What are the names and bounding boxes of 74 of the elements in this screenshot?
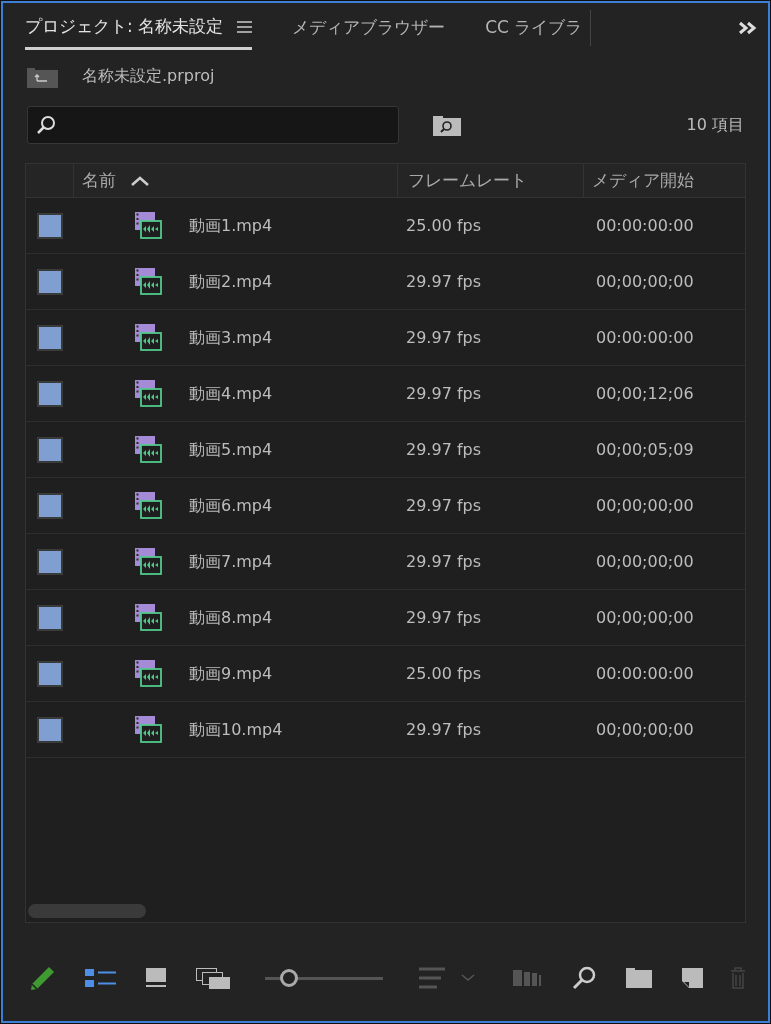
clip-name[interactable]: 動画8.mp4 [189, 605, 273, 630]
label-color-swatch[interactable] [37, 604, 63, 631]
search-icon[interactable] [572, 966, 596, 990]
clip-name[interactable]: 動画7.mp4 [189, 549, 273, 574]
table-cell-text: 29.97 fps [405, 606, 482, 629]
slider-thumb[interactable] [279, 969, 298, 987]
label-color-swatch[interactable] [37, 492, 63, 519]
video-clip-icon [134, 267, 163, 296]
clip-name[interactable]: 動画9.mp4 [189, 661, 273, 686]
clip-name[interactable]: 動画6.mp4 [189, 493, 273, 518]
label-color-swatch[interactable] [37, 212, 63, 239]
table-cell-text: 25.00 fps [405, 662, 482, 685]
table-cell-text: 29.97 fps [405, 494, 482, 517]
search-field[interactable] [27, 106, 399, 144]
table-cell-text: 00:00:00:00 [595, 662, 694, 685]
zoom-slider[interactable] [265, 968, 383, 988]
label-color-swatch[interactable] [37, 380, 63, 407]
clip-name[interactable]: 動画4.mp4 [189, 381, 273, 406]
label-color-swatch[interactable] [37, 716, 63, 743]
video-clip-icon [134, 379, 163, 408]
stacked-frames-icon[interactable] [196, 967, 231, 989]
folder-search-icon[interactable] [433, 114, 461, 136]
folder-icon[interactable] [626, 968, 652, 988]
table-cell-text: 00:00:00:00 [595, 326, 694, 349]
table-cell-text: 00;00;00;00 [595, 718, 694, 741]
clip-name[interactable]: 動画1.mp4 [189, 213, 273, 238]
table-cell-text: 00:00:00:00 [595, 214, 694, 237]
item-count: 10 項目 [686, 114, 744, 136]
table-cell-text: 25.00 fps [405, 214, 482, 237]
pencil-icon[interactable] [29, 965, 55, 991]
search-icon [36, 115, 56, 135]
column-header[interactable]: フレームレート [398, 164, 584, 197]
new-item-icon[interactable] [682, 968, 704, 988]
more-tabs-icon[interactable] [738, 21, 758, 35]
tab[interactable]: メディアブラウザー [292, 15, 446, 41]
video-clip-icon [134, 603, 163, 632]
table-cell-text: 00;00;00;00 [595, 606, 694, 629]
table-cell-text: 29.97 fps [405, 326, 482, 349]
clip-name[interactable]: 動画5.mp4 [189, 437, 273, 462]
table-cell-text: 29.97 fps [405, 550, 482, 573]
table-cell-text: 00;00;12;06 [595, 382, 694, 405]
table-cell-text: 29.97 fps [405, 270, 482, 293]
video-clip-icon [134, 323, 163, 352]
table-cell-text: 00;00;05;09 [595, 438, 694, 461]
tab[interactable]: プロジェクト: 名称未設定 [25, 13, 224, 40]
table-cell-text: 00;00;00;00 [595, 494, 694, 517]
video-clip-icon [134, 659, 163, 688]
table-cell-text: 29.97 fps [405, 382, 482, 405]
video-clip-icon [134, 491, 163, 520]
video-clip-icon [134, 715, 163, 744]
video-clip-icon [134, 211, 163, 240]
menu-icon[interactable] [237, 20, 253, 33]
table-cell-text: 00;00;00;00 [595, 550, 694, 573]
table-cell-text: 29.97 fps [405, 718, 482, 741]
table-cell-text: 29.97 fps [405, 438, 482, 461]
label-color-swatch[interactable] [37, 436, 63, 463]
scrollbar[interactable] [28, 904, 146, 918]
clip-name[interactable]: 動画2.mp4 [189, 269, 273, 294]
sort-ascending-icon[interactable] [130, 174, 150, 187]
clip-name[interactable]: 動画3.mp4 [189, 325, 273, 350]
label-color-swatch[interactable] [37, 548, 63, 575]
label-color-swatch[interactable] [37, 660, 63, 687]
table-cell-text: 00;00;00;00 [595, 270, 694, 293]
label-color-swatch[interactable] [37, 324, 63, 351]
video-clip-icon [134, 547, 163, 576]
label-color-swatch[interactable] [37, 268, 63, 295]
clip-name[interactable]: 動画10.mp4 [189, 717, 283, 742]
icon-view-icon[interactable] [146, 968, 166, 988]
project-file-name: 名称未設定.prproj [82, 65, 215, 87]
list-view-icon[interactable] [85, 968, 116, 988]
tab[interactable]: CC ライブラ [485, 15, 583, 41]
column-header[interactable]: メディア開始 [584, 164, 745, 197]
column-header[interactable]: 名前 [74, 164, 398, 197]
video-clip-icon [134, 435, 163, 464]
